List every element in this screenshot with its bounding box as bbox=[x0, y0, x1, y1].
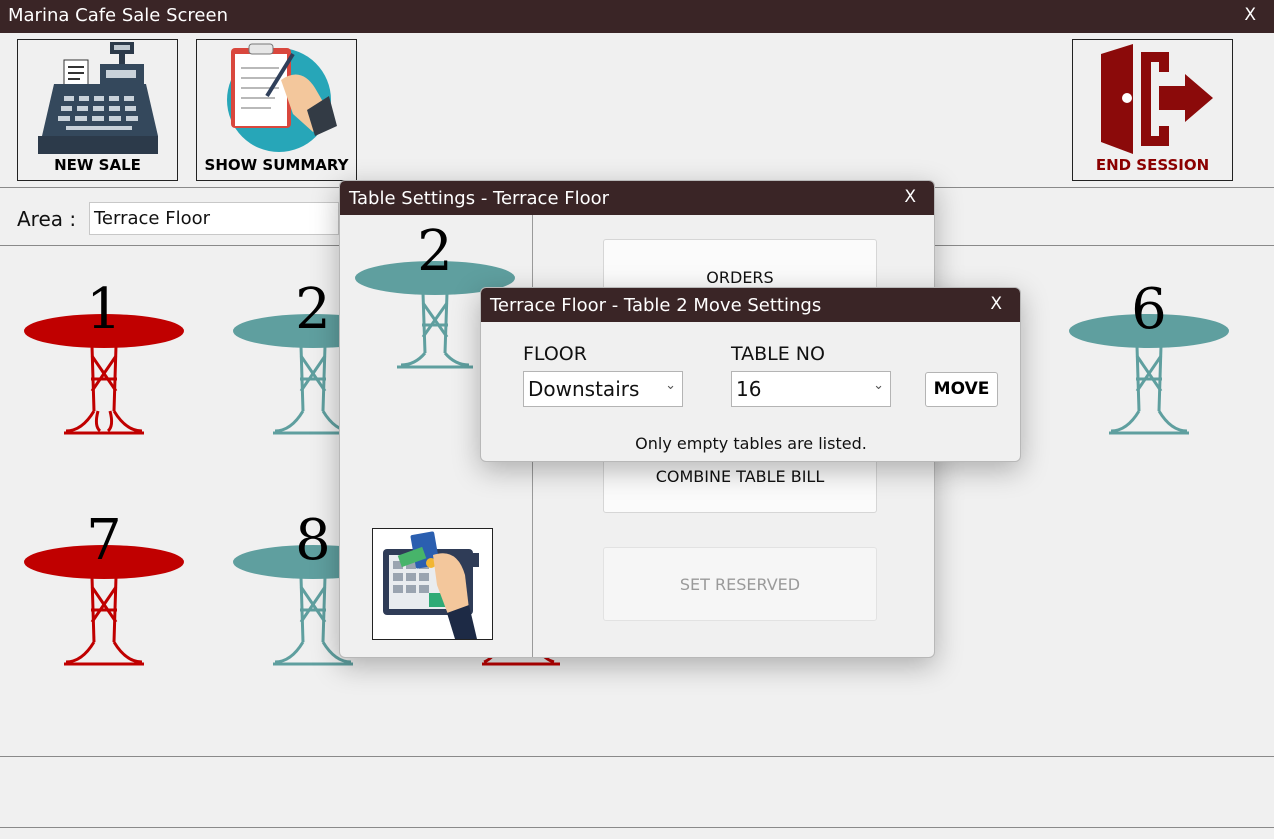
floor-select-value: Downstairs bbox=[528, 377, 640, 401]
end-session-button[interactable]: END SESSION bbox=[1072, 39, 1233, 181]
end-session-label: END SESSION bbox=[1095, 156, 1210, 174]
move-settings-close-button[interactable]: X bbox=[990, 294, 1002, 314]
payment-terminal-icon bbox=[383, 531, 479, 639]
table-settings-titlebar: Table Settings - Terrace Floor X bbox=[340, 181, 934, 215]
show-summary-button[interactable]: SHOW SUMMARY bbox=[196, 39, 357, 181]
clipboard-summary-icon bbox=[227, 43, 337, 152]
floor-select[interactable]: Downstairs ⌄ bbox=[523, 371, 683, 407]
move-settings-titlebar: Terrace Floor - Table 2 Move Settings X bbox=[481, 288, 1020, 322]
table-6-number: 6 bbox=[1131, 277, 1167, 342]
cash-register-icon bbox=[38, 42, 158, 154]
show-summary-label: SHOW SUMMARY bbox=[204, 156, 349, 174]
table-no-select-value: 16 bbox=[736, 377, 762, 401]
window-title: Marina Cafe Sale Screen bbox=[8, 5, 228, 26]
selected-table-number: 2 bbox=[417, 219, 453, 284]
table-1-number: 1 bbox=[86, 277, 122, 342]
chevron-down-icon: ⌄ bbox=[665, 378, 676, 393]
area-select[interactable]: Terrace Floor bbox=[89, 202, 339, 235]
table-7[interactable]: 7 bbox=[24, 508, 194, 672]
exit-door-icon bbox=[1101, 44, 1213, 154]
table-7-number: 7 bbox=[86, 508, 122, 573]
move-button[interactable]: MOVE bbox=[925, 372, 998, 407]
area-label: Area : bbox=[17, 207, 77, 231]
window-close-button[interactable]: X bbox=[1244, 5, 1256, 25]
footer-divider bbox=[0, 827, 1274, 828]
set-reserved-button[interactable]: SET RESERVED bbox=[603, 547, 877, 621]
new-sale-button[interactable]: NEW SALE bbox=[17, 39, 178, 181]
table-6[interactable]: 6 bbox=[1069, 277, 1239, 441]
table-no-label: TABLE NO bbox=[731, 343, 825, 365]
floor-label: FLOOR bbox=[523, 343, 587, 365]
empty-tables-note: Only empty tables are listed. bbox=[635, 434, 867, 453]
payment-button[interactable] bbox=[372, 528, 493, 640]
table-settings-close-button[interactable]: X bbox=[904, 187, 916, 207]
chevron-down-icon: ⌄ bbox=[873, 378, 884, 393]
table-settings-title: Table Settings - Terrace Floor bbox=[349, 188, 610, 209]
table-1[interactable]: 1 bbox=[24, 277, 194, 441]
new-sale-label: NEW SALE bbox=[54, 156, 141, 174]
move-settings-title: Terrace Floor - Table 2 Move Settings bbox=[490, 295, 822, 316]
content-divider bbox=[0, 756, 1274, 757]
move-settings-dialog: Terrace Floor - Table 2 Move Settings X … bbox=[480, 287, 1021, 462]
table-no-select[interactable]: 16 ⌄ bbox=[731, 371, 891, 407]
main-titlebar: Marina Cafe Sale Screen X bbox=[0, 0, 1274, 33]
